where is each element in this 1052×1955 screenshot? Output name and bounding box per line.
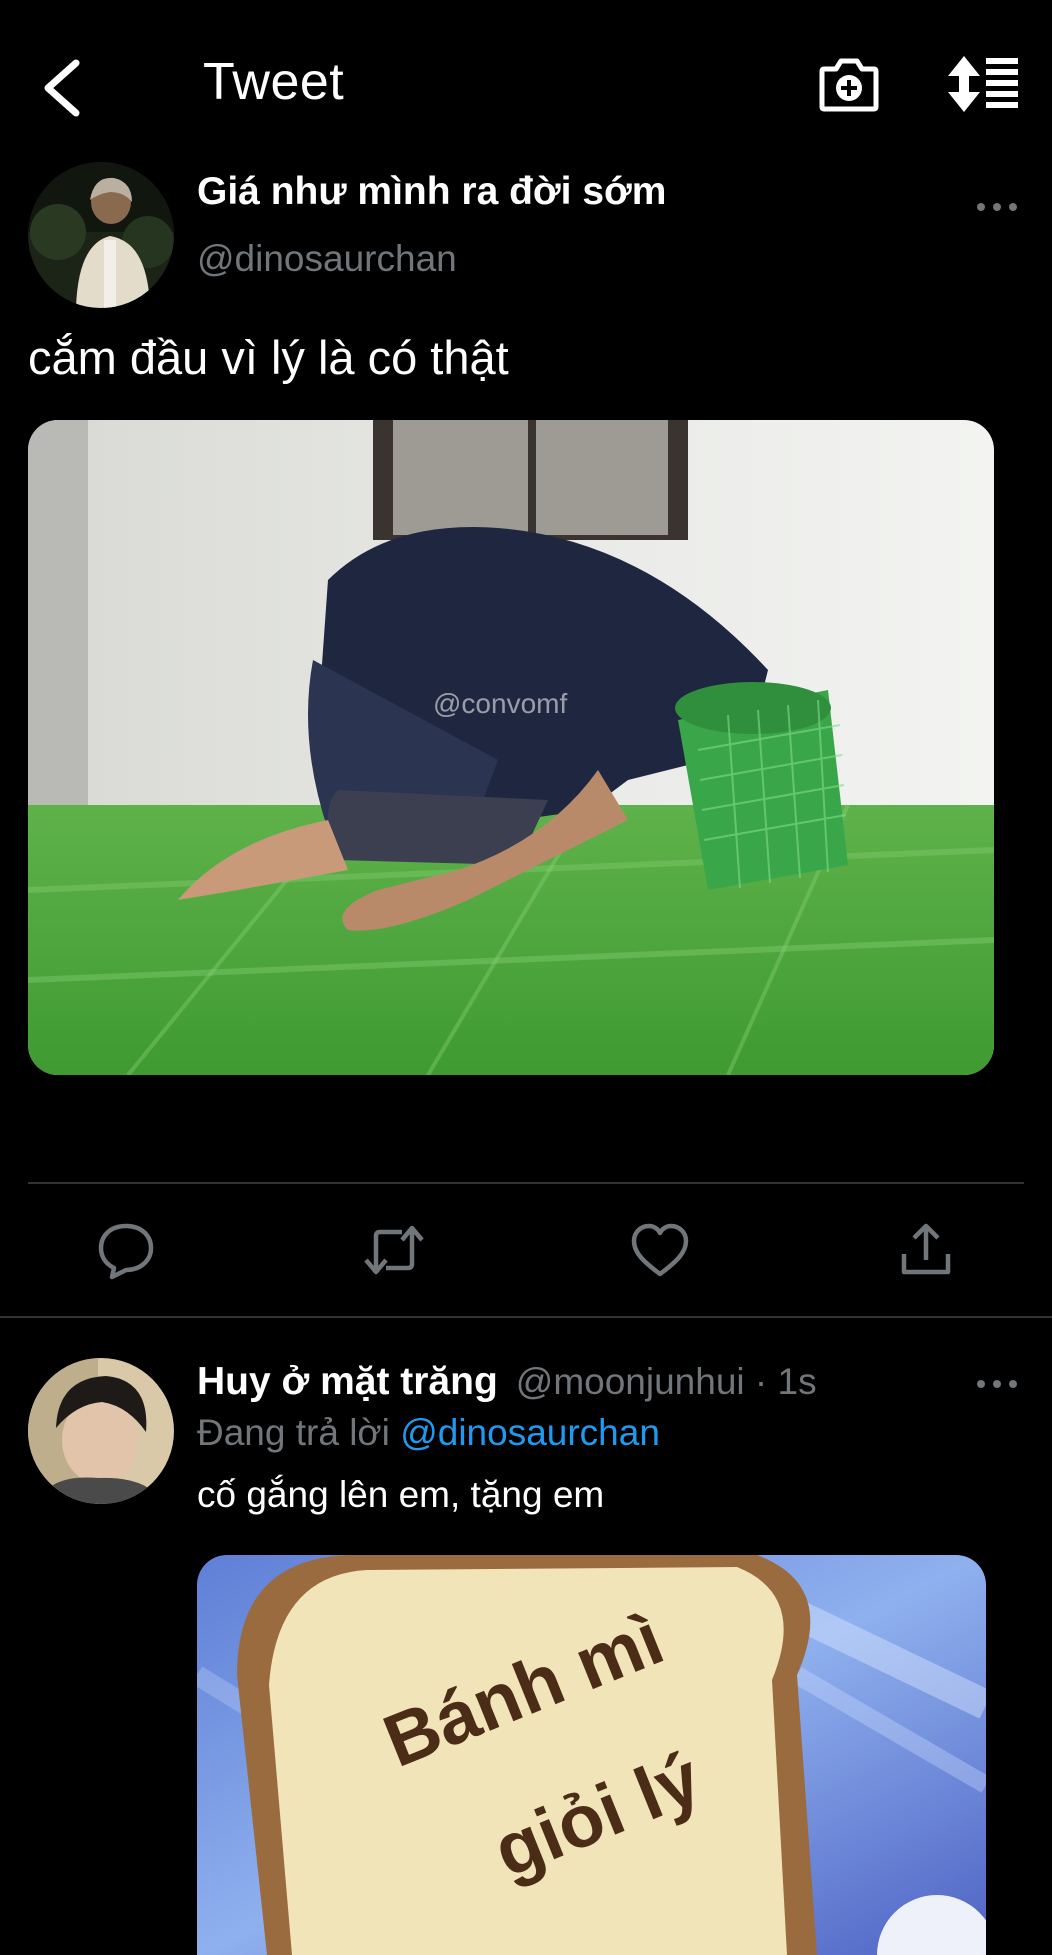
chevron-left-icon (44, 59, 80, 117)
more-horizontal-icon (977, 203, 1017, 211)
more-options-button[interactable] (975, 197, 1019, 217)
reply-text: cố gắng lên em, tặng em (197, 1474, 605, 1515)
reply-media[interactable]: Bánh mì giỏi lý (197, 1555, 986, 1955)
reply-icon (98, 1223, 154, 1280)
share-icon (901, 1223, 951, 1275)
tweet-media[interactable]: @convomf (28, 420, 994, 1075)
reply-author-display-name[interactable]: Huy ở mặt trăng (197, 1360, 498, 1403)
back-button[interactable] (38, 55, 88, 121)
retweet-icon (364, 1225, 424, 1275)
avatar-image (28, 1358, 174, 1504)
media-image (28, 420, 994, 1075)
replying-to-line: Đang trả lời @dinosaurchan (197, 1412, 660, 1454)
retweet-button[interactable] (362, 1220, 426, 1280)
author-handle[interactable]: @dinosaurchan (197, 238, 457, 280)
reply-author-avatar[interactable] (28, 1358, 174, 1504)
sort-button[interactable] (948, 56, 1020, 112)
camera-plus-icon (819, 58, 879, 112)
tweet-text: cắm đầu vì lý là có thật (28, 331, 509, 384)
share-button[interactable] (896, 1220, 956, 1280)
author-display-name[interactable]: Giá như mình ra đời sớm (197, 170, 666, 214)
reply-more-options-button[interactable] (975, 1374, 1019, 1394)
divider (0, 1316, 1052, 1318)
media-watermark: @convomf (433, 688, 568, 719)
top-bar: Tweet (0, 0, 1052, 170)
replying-to-mention[interactable]: @dinosaurchan (400, 1412, 660, 1453)
camera-button[interactable] (818, 55, 880, 115)
reply-author-line: Huy ở mặt trăng @moonjunhui · 1s (197, 1360, 817, 1404)
like-icon (631, 1223, 689, 1277)
page-title: Tweet (203, 53, 345, 111)
divider (28, 1182, 1024, 1184)
replying-prefix: Đang trả lời (197, 1412, 390, 1453)
author-avatar[interactable] (28, 162, 174, 308)
reply-button[interactable] (96, 1220, 156, 1280)
avatar-image (28, 162, 174, 308)
sort-list-icon (948, 56, 1018, 112)
more-horizontal-icon (977, 1380, 1017, 1388)
reply-handle-time[interactable]: @moonjunhui · 1s (516, 1361, 817, 1402)
like-button[interactable] (630, 1220, 690, 1280)
